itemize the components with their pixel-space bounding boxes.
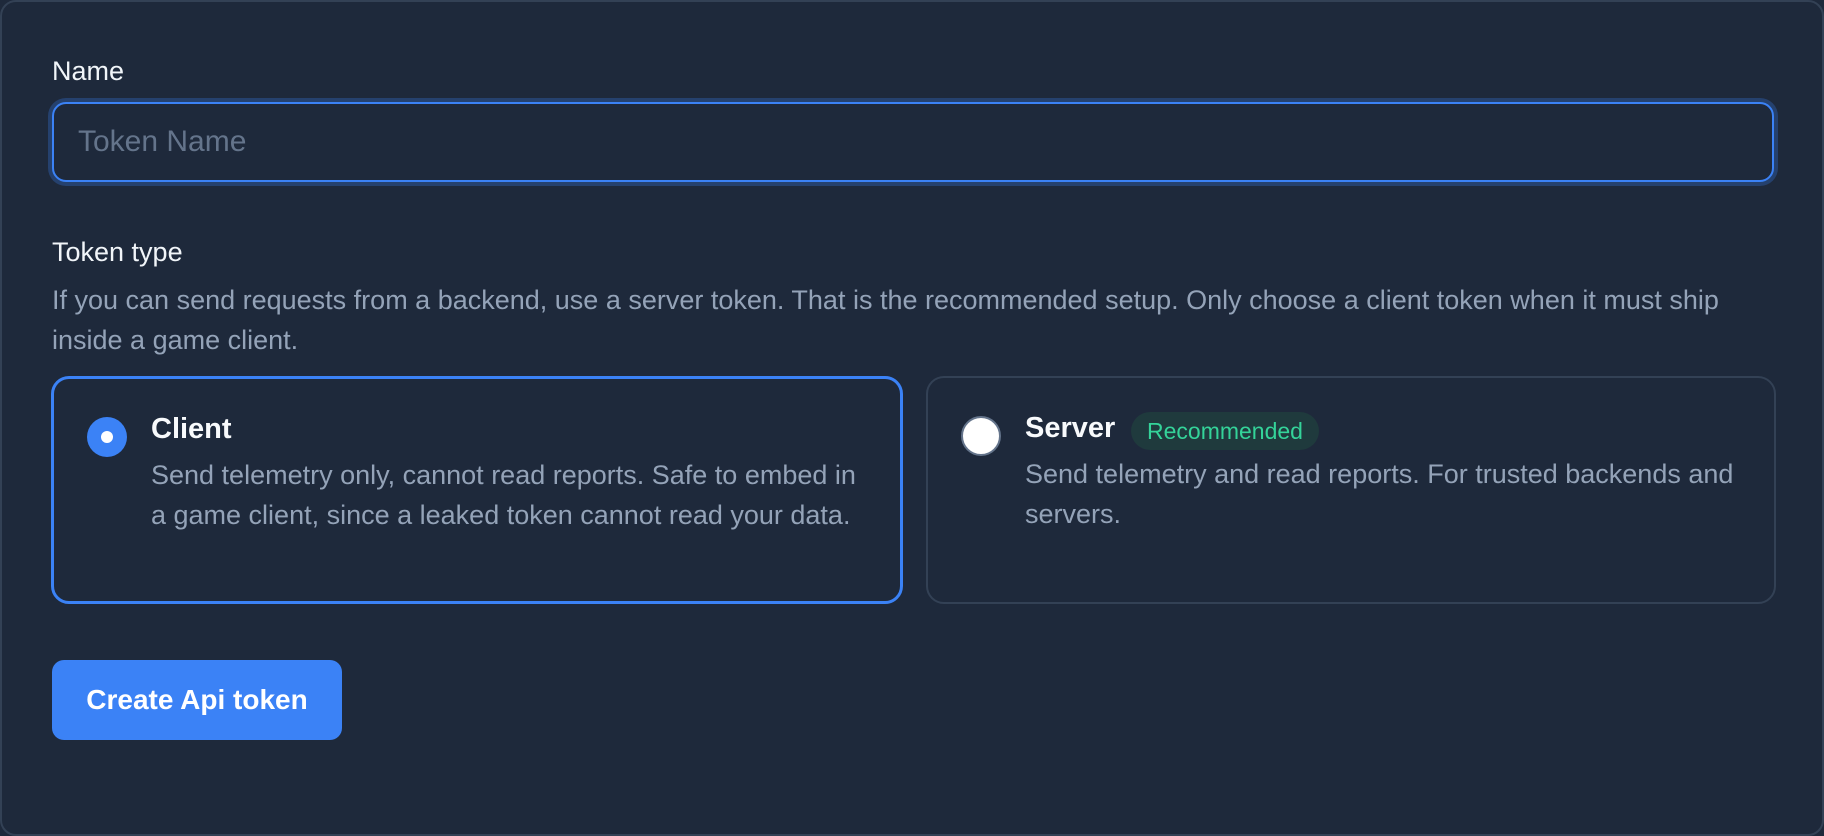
create-api-token-button[interactable]: Create Api token: [52, 660, 342, 740]
client-option-title: Client: [151, 413, 232, 445]
server-option-description: Send telemetry and read reports. For tru…: [1025, 459, 1734, 529]
client-option-description: Send telemetry only, cannot read reports…: [151, 460, 856, 530]
create-token-card: Name Token type If you can send requests…: [0, 0, 1824, 836]
token-type-option-server[interactable]: Server Recommended Send telemetry and re…: [926, 376, 1776, 604]
token-type-help-text: If you can send requests from a backend,…: [52, 285, 1719, 355]
token-name-input[interactable]: [52, 102, 1774, 182]
client-radio-button[interactable]: [87, 417, 127, 457]
server-radio-button[interactable]: [961, 416, 1001, 456]
token-type-label: Token type: [52, 237, 183, 267]
recommended-badge: Recommended: [1131, 412, 1319, 450]
name-label: Name: [52, 56, 125, 86]
server-option-title: Server: [1025, 412, 1116, 444]
token-type-option-client[interactable]: Client Send telemetry only, cannot read …: [51, 376, 903, 604]
